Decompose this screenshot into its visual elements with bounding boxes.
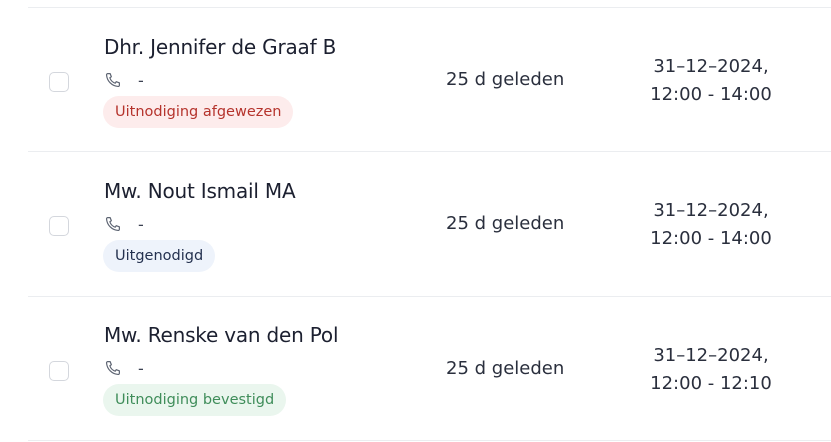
- phone-value: -: [138, 214, 144, 234]
- row-select-checkbox[interactable]: [49, 216, 69, 236]
- row-select-checkbox[interactable]: [49, 72, 69, 92]
- contact-name[interactable]: Dhr. Jennifer de Graaf B: [104, 35, 336, 59]
- appointment-date: 31–12–2024,: [653, 56, 769, 77]
- phone-icon: [105, 217, 120, 232]
- phone-icon: [105, 361, 120, 376]
- phone-line: -: [104, 358, 144, 378]
- contact-name[interactable]: Mw. Nout Ismail MA: [104, 179, 296, 203]
- phone-value: -: [138, 70, 144, 90]
- table-row[interactable]: Dhr. Jennifer de Graaf B - Uitnodiging a…: [0, 8, 831, 152]
- appointment-datetime: 31–12–2024, 12:00 - 12:10: [640, 342, 782, 398]
- appointment-time: 12:00 - 14:00: [650, 228, 772, 249]
- last-updated: 25 d geleden: [446, 358, 565, 379]
- status-badge: Uitnodiging bevestigd: [103, 384, 287, 416]
- table-row[interactable]: Mw. Nout Ismail MA - Uitgenodigd 25 d ge…: [0, 152, 831, 296]
- phone-line: -: [104, 214, 144, 234]
- contact-list: Dhr. Jennifer de Graaf B - Uitnodiging a…: [0, 0, 831, 442]
- appointment-date: 31–12–2024,: [653, 200, 769, 221]
- phone-icon: [105, 73, 120, 88]
- row-divider: [28, 440, 831, 441]
- appointment-time: 12:00 - 14:00: [650, 84, 772, 105]
- status-badge: Uitnodiging afgewezen: [103, 96, 294, 128]
- contact-name[interactable]: Mw. Renske van den Pol: [104, 323, 339, 347]
- appointment-datetime: 31–12–2024, 12:00 - 14:00: [640, 197, 782, 253]
- last-updated: 25 d geleden: [446, 69, 565, 90]
- appointment-time: 12:00 - 12:10: [650, 373, 772, 394]
- phone-value: -: [138, 358, 144, 378]
- last-updated: 25 d geleden: [446, 213, 565, 234]
- row-select-checkbox[interactable]: [49, 361, 69, 381]
- table-row[interactable]: Mw. Renske van den Pol - Uitnodiging bev…: [0, 297, 831, 441]
- appointment-date: 31–12–2024,: [653, 345, 769, 366]
- appointment-datetime: 31–12–2024, 12:00 - 14:00: [640, 53, 782, 109]
- phone-line: -: [104, 70, 144, 90]
- status-badge: Uitgenodigd: [103, 240, 216, 272]
